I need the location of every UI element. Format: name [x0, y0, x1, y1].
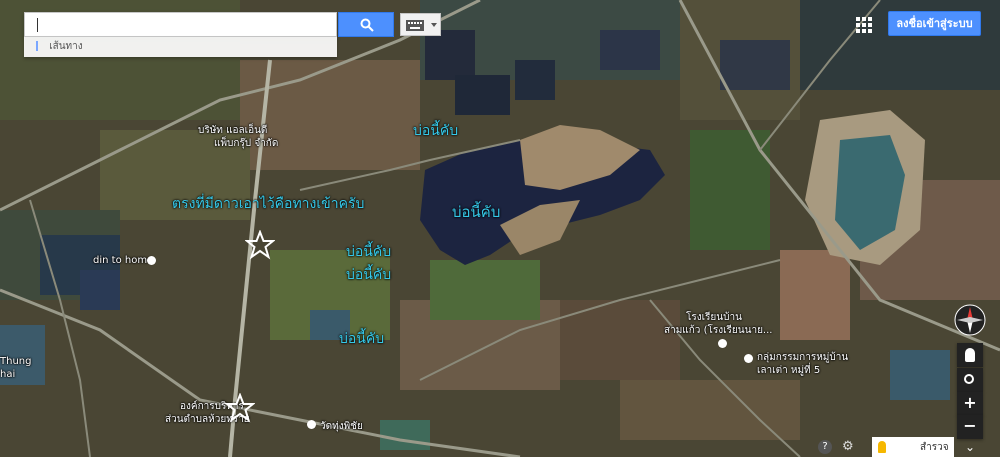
place-label-group-line2[interactable]: เลาเต่า หมู่ที่ 5	[757, 363, 820, 378]
explore-button[interactable]: สำรวจ	[872, 437, 954, 457]
help-icon: ?	[822, 441, 828, 452]
apps-grid-icon[interactable]	[855, 16, 873, 34]
search-icon	[360, 18, 374, 32]
place-label-temple[interactable]: วัดทุ่งพิชัย	[320, 419, 363, 434]
directions-icon	[36, 41, 44, 51]
directions-label[interactable]: เส้นทาง	[49, 41, 82, 52]
explore-label: สำรวจ	[920, 442, 949, 453]
compass-icon[interactable]	[954, 304, 986, 336]
place-marker-icon[interactable]	[307, 420, 316, 429]
settings-button[interactable]: ⚙	[842, 440, 856, 454]
search-input[interactable]	[24, 12, 337, 37]
text-cursor	[37, 18, 38, 32]
gear-icon: ⚙	[842, 439, 854, 454]
annotation-pond-center: บ่อนี้คับ	[452, 203, 501, 221]
place-label-school-line2[interactable]: สามแก้ว (โรงเรียนนาย...	[664, 323, 772, 338]
place-label-thung[interactable]: Thung	[0, 356, 31, 367]
place-marker-icon[interactable]	[147, 256, 156, 265]
expand-button[interactable]: ⌄	[960, 440, 980, 457]
zoom-in-icon: +	[963, 393, 977, 412]
chevron-down-icon: ⌄	[964, 440, 976, 454]
sign-in-button[interactable]: ลงชื่อเข้าสู่ระบบ	[888, 11, 981, 36]
star-marker-icon	[245, 230, 275, 260]
place-label-dintohome[interactable]: din to home	[93, 255, 153, 266]
annotation-pond-left2: บ่อนี้คับ	[346, 267, 392, 283]
input-tools-button[interactable]	[400, 13, 441, 36]
help-button[interactable]: ?	[818, 440, 832, 454]
directions-bar[interactable]: เส้นทาง	[24, 37, 337, 57]
place-marker-icon[interactable]	[718, 339, 727, 348]
my-location-button[interactable]	[957, 368, 983, 392]
search-button[interactable]	[338, 12, 394, 37]
zoom-out-icon: −	[963, 416, 977, 435]
place-label-company-line2[interactable]: แพ็บกรุ๊ป จำกัด	[214, 136, 278, 151]
annotation-pond-bottom: บ่อนี้คับ	[339, 331, 385, 347]
annotation-entrance: ตรงที่มีดาวเอาไว้คือทางเข้าครับ	[172, 196, 365, 212]
place-label-thung-line2[interactable]: hai	[0, 369, 15, 380]
chevron-down-icon	[431, 23, 437, 27]
pegman-icon	[878, 441, 886, 453]
satellite-map[interactable]	[0, 0, 1000, 457]
pegman-control[interactable]	[957, 343, 983, 367]
zoom-out-button[interactable]: −	[957, 415, 983, 439]
person-icon	[965, 348, 975, 362]
star-marker-icon	[225, 393, 255, 423]
keyboard-icon	[406, 20, 424, 31]
my-location-icon	[964, 374, 974, 384]
zoom-in-button[interactable]: +	[957, 392, 983, 416]
annotation-pond-left1: บ่อนี้คับ	[346, 244, 392, 260]
annotation-pond-top: บ่อนี้คับ	[413, 123, 459, 139]
place-marker-icon[interactable]	[744, 354, 753, 363]
